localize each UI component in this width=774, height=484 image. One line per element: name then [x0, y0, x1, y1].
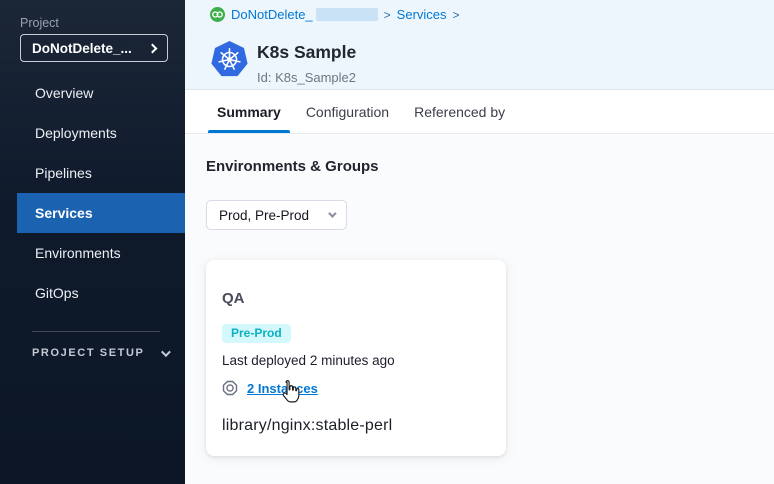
page-header: DoNotDelete_ > Services >	[185, 0, 774, 90]
project-setup-label: PROJECT SETUP	[32, 347, 145, 359]
environment-type-badge: Pre-Prod	[222, 324, 291, 343]
sidebar-item-gitops[interactable]: GitOps	[0, 273, 185, 313]
sidebar: Project DoNotDelete_... Overview Deploym…	[0, 0, 185, 484]
sidebar-item-pipelines[interactable]: Pipelines	[0, 153, 185, 193]
breadcrumb: DoNotDelete_ > Services >	[210, 7, 460, 22]
chevron-down-icon	[328, 209, 336, 217]
environment-filter-value: Prod, Pre-Prod	[219, 208, 309, 223]
sidebar-item-deployments[interactable]: Deployments	[0, 113, 185, 153]
tab-referenced-by[interactable]: Referenced by	[405, 90, 514, 133]
project-selector-dropdown[interactable]: DoNotDelete_...	[20, 34, 168, 62]
chevron-down-icon	[160, 347, 170, 357]
tab-summary[interactable]: Summary	[208, 90, 290, 133]
main-panel: DoNotDelete_ > Services >	[185, 0, 774, 484]
page-title: K8s Sample	[257, 41, 356, 63]
app-window: Project DoNotDelete_... Overview Deploym…	[0, 0, 774, 484]
artifact-name: library/nginx:stable-perl	[222, 417, 490, 435]
project-label: Project	[20, 16, 59, 30]
service-id: Id: K8s_Sample2	[257, 70, 356, 85]
tab-configuration[interactable]: Configuration	[297, 90, 398, 133]
project-green-rings-icon	[210, 7, 225, 22]
service-title-block: K8s Sample Id: K8s_Sample2	[211, 41, 356, 85]
redaction-box	[316, 8, 378, 21]
instances-link[interactable]: 2 Instances	[247, 381, 318, 396]
sidebar-item-environments[interactable]: Environments	[0, 233, 185, 273]
project-setup-toggle[interactable]: PROJECT SETUP	[32, 347, 168, 359]
title-texts: K8s Sample Id: K8s_Sample2	[257, 41, 356, 85]
breadcrumb-separator: >	[384, 8, 391, 22]
breadcrumb-project-link[interactable]: DoNotDelete_	[231, 7, 313, 22]
instances-row: 2 Instances	[222, 380, 490, 396]
environment-filter-dropdown[interactable]: Prod, Pre-Prod	[206, 200, 347, 230]
environment-name: QA	[222, 260, 490, 307]
project-selector-value: DoNotDelete_...	[32, 41, 132, 56]
environment-card-qa: QA Pre-Prod Last deployed 2 minutes ago …	[206, 260, 506, 456]
last-deployed-text: Last deployed 2 minutes ago	[222, 353, 490, 368]
instances-gear-icon	[222, 380, 238, 396]
sidebar-divider	[32, 331, 160, 332]
kubernetes-wheel-icon	[211, 41, 248, 78]
environments-groups-heading: Environments & Groups	[206, 158, 774, 175]
breadcrumb-services-link[interactable]: Services	[397, 7, 447, 22]
tab-bar: Summary Configuration Referenced by	[185, 90, 774, 134]
sidebar-item-services[interactable]: Services	[17, 193, 185, 233]
sidebar-item-overview[interactable]: Overview	[0, 73, 185, 113]
summary-content: Environments & Groups Prod, Pre-Prod QA …	[185, 134, 774, 483]
chevron-right-icon	[148, 43, 158, 53]
sidebar-nav: Overview Deployments Pipelines Services …	[0, 73, 185, 313]
breadcrumb-separator: >	[453, 8, 460, 22]
